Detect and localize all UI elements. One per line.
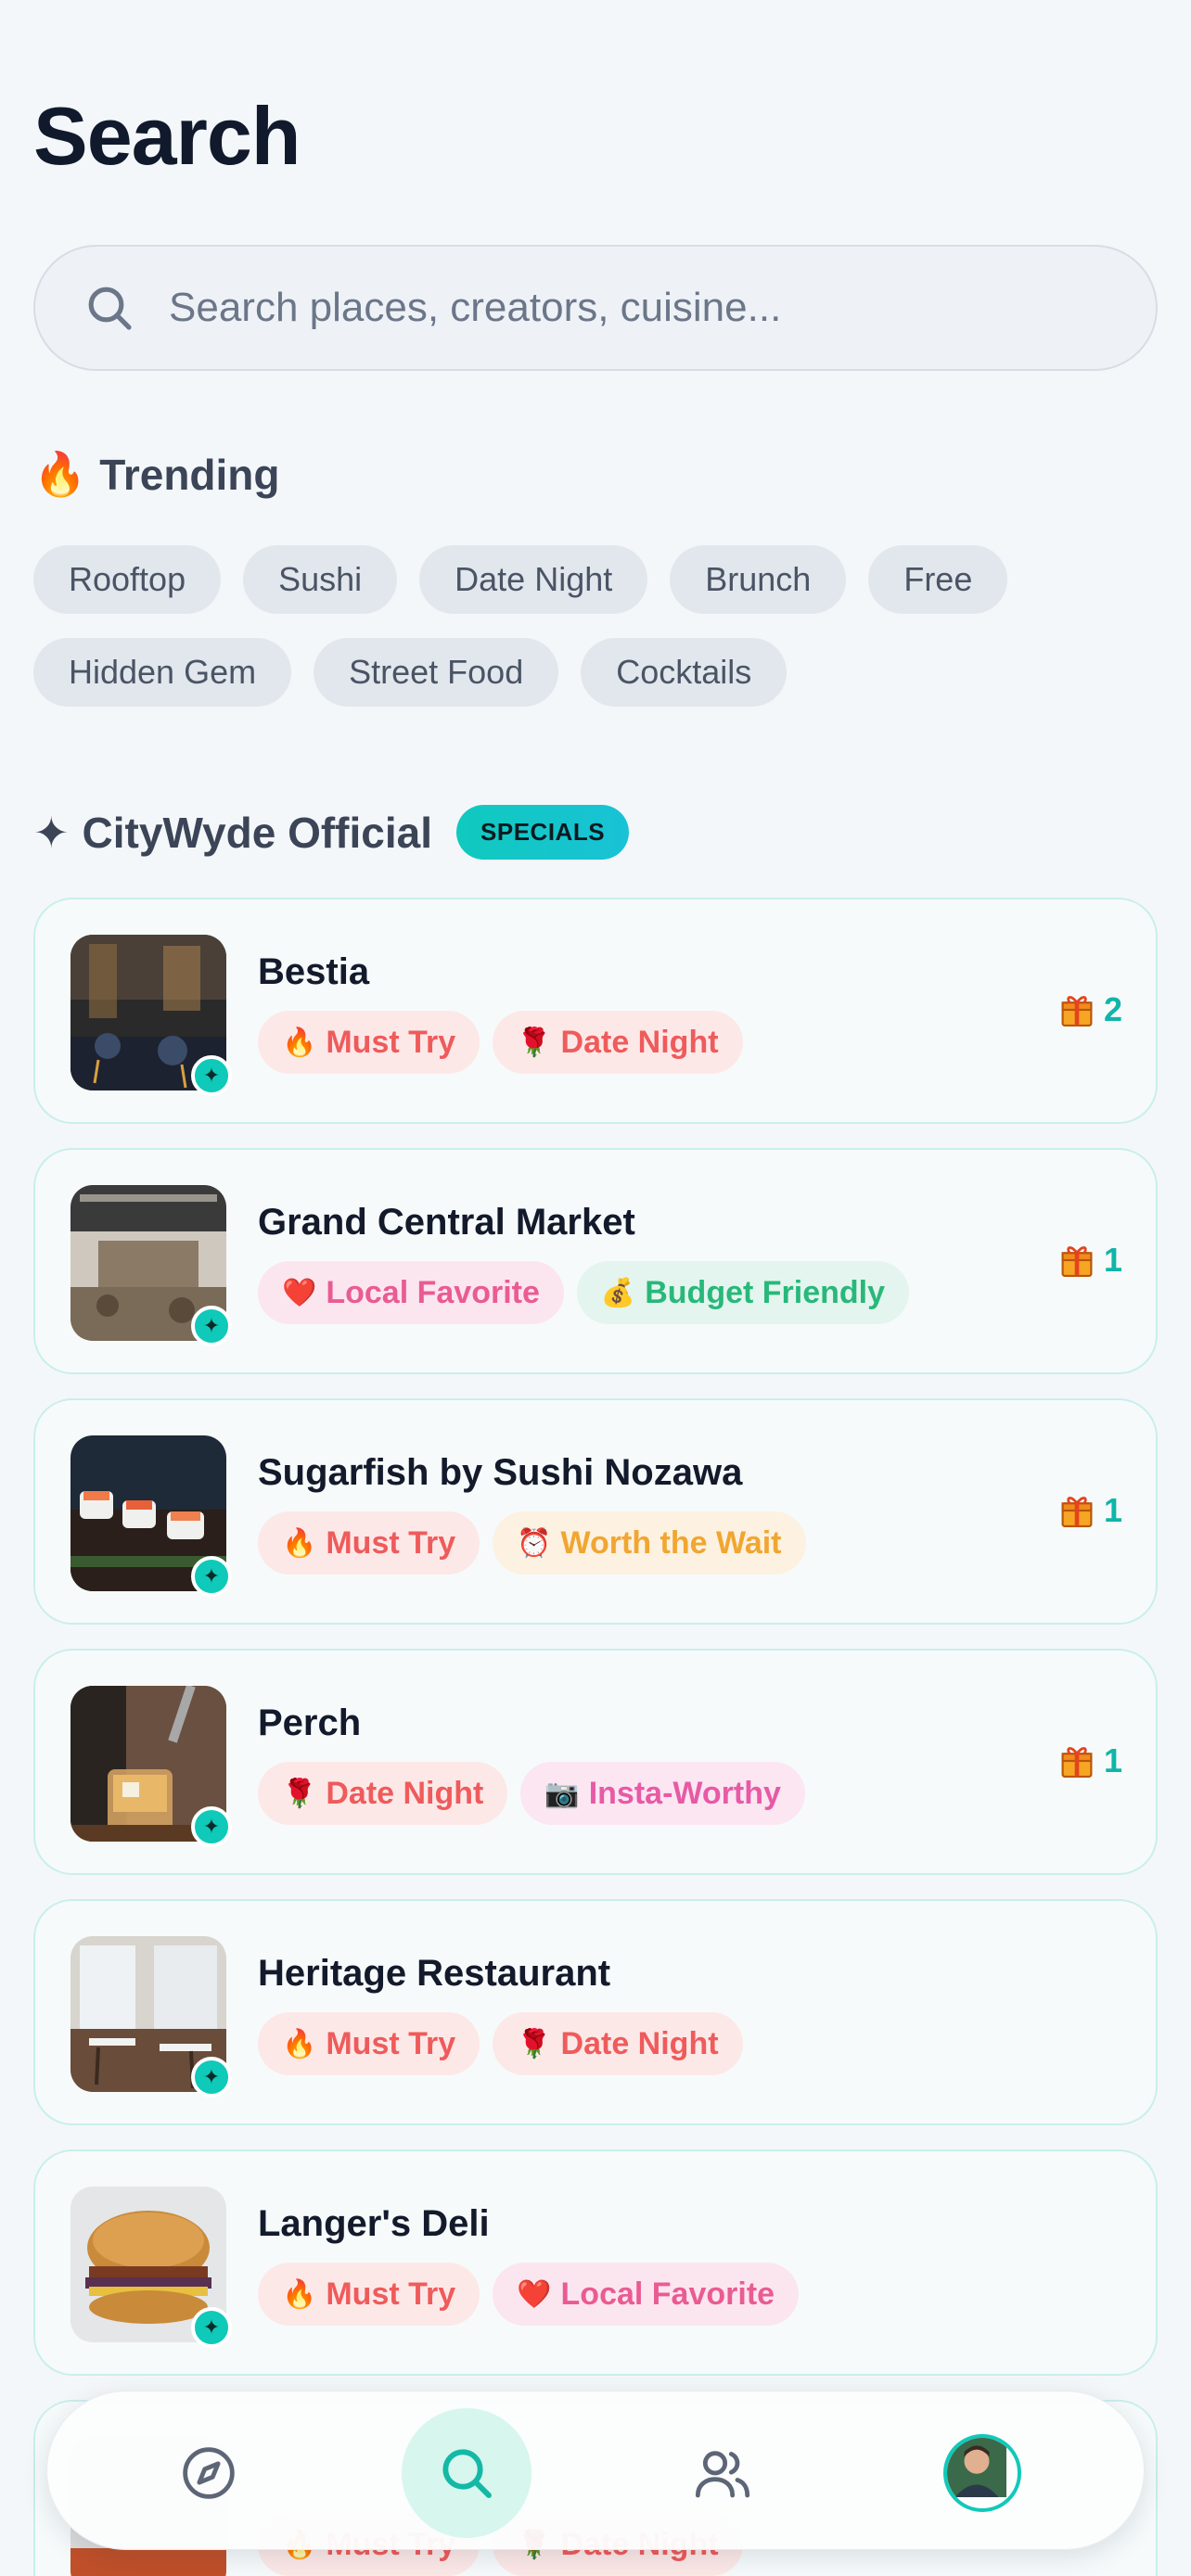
official-badge-icon: ✦	[191, 2057, 232, 2098]
chip-cocktails[interactable]: Cocktails	[581, 638, 788, 707]
place-card[interactable]: ✦ Bestia 🔥 Must Try 🌹 Date Night 2	[33, 898, 1158, 1124]
gift-icon	[1061, 1497, 1093, 1527]
nav-friends[interactable]	[658, 2408, 788, 2538]
place-card[interactable]: ✦ Perch 🌹 Date Night 📷 Insta-Worthy 1	[33, 1649, 1158, 1875]
tag-insta-worthy: 📷 Insta-Worthy	[520, 1762, 805, 1825]
gift-count: 2	[1103, 990, 1122, 1028]
search-input[interactable]	[169, 285, 1004, 331]
specials-count: 2	[1059, 990, 1122, 1029]
place-name: Heritage Restaurant	[258, 1953, 611, 1994]
place-name: Langer's Deli	[258, 2203, 490, 2244]
gift-count: 1	[1103, 1241, 1122, 1279]
specials-count: 1	[1059, 1241, 1122, 1280]
official-badge-icon: ✦	[191, 1806, 232, 1847]
money-bag-icon: 💰	[600, 1277, 636, 1308]
place-card[interactable]: ✦ Heritage Restaurant 🔥 Must Try 🌹 Date Ni…	[33, 1899, 1158, 2125]
fire-icon: 🔥	[33, 450, 87, 498]
search-icon	[442, 2449, 492, 2498]
people-icon	[695, 2451, 750, 2498]
place-name: Perch	[258, 1702, 362, 1743]
tag-date-night: 🌹Date Night	[493, 1011, 743, 1074]
place-tags: 🔥 Must Try ❤️ Local Favorite	[258, 2263, 800, 2326]
sparkle-icon: ✦	[33, 808, 70, 857]
tag-worth-the-wait: ⏰ Worth the Wait	[493, 1511, 806, 1575]
chip-date-night[interactable]: Date Night	[419, 545, 648, 614]
place-name: Grand Central Market	[258, 1202, 635, 1243]
tag-local-favorite: ❤️ Local Favorite	[258, 1261, 564, 1324]
page-title: Search	[33, 90, 301, 182]
tag-must-try: 🔥Must Try	[258, 1011, 480, 1074]
tag-must-try: 🔥Must Try	[258, 2263, 480, 2326]
place-name: Bestia	[258, 951, 370, 992]
nav-search[interactable]	[402, 2408, 531, 2538]
trending-title: Trending	[99, 450, 280, 499]
place-card[interactable]: ✦ Sugarfish by Sushi Nozawa 🔥 Must Try ⏰ W…	[33, 1398, 1158, 1625]
nav-profile[interactable]	[917, 2408, 1047, 2538]
tag-date-night: 🌹Date Night	[258, 1762, 508, 1825]
nav-explore[interactable]	[144, 2408, 274, 2538]
place-card[interactable]: ✦ Grand Central Market ❤️ Local Favorite …	[33, 1148, 1158, 1374]
rose-icon: 🌹	[517, 2028, 552, 2060]
place-tags: ❤️ Local Favorite 💰 Budget Friendly	[258, 1261, 910, 1324]
specials-count: 1	[1059, 1741, 1122, 1780]
fire-icon: 🔥	[282, 2278, 317, 2310]
search-icon	[88, 287, 132, 330]
chip-free[interactable]: Free	[868, 545, 1008, 614]
official-heading: ✦ CityWyde Official SPECIALS	[33, 805, 630, 860]
tag-date-night: 🌹Date Night	[493, 2012, 743, 2075]
chip-hidden-gem[interactable]: Hidden Gem	[33, 638, 292, 707]
place-card[interactable]: ✦ Langer's Deli 🔥 Must Try ❤️ Local Favori…	[33, 2149, 1158, 2376]
tag-local-favorite: ❤️ Local Favorite	[493, 2263, 800, 2326]
compass-icon	[183, 2447, 235, 2499]
official-badge-icon: ✦	[191, 2307, 232, 2348]
fire-icon: 🔥	[282, 2028, 317, 2060]
place-tags: 🔥Must Try 🌹Date Night	[258, 1011, 743, 1074]
bottom-nav	[46, 2391, 1145, 2550]
place-tags: 🔥 Must Try ⏰ Worth the Wait	[258, 1511, 806, 1575]
gift-count: 1	[1103, 1491, 1122, 1529]
gift-icon	[1061, 1246, 1093, 1277]
specials-count: 1	[1059, 1491, 1122, 1530]
official-badge-icon: ✦	[191, 1055, 232, 1096]
heart-icon: ❤️	[282, 1277, 317, 1308]
rose-icon: 🌹	[282, 1778, 317, 1809]
chip-rooftop[interactable]: Rooftop	[33, 545, 222, 614]
official-badge-icon: ✦	[191, 1556, 232, 1597]
rose-icon: 🌹	[517, 1027, 552, 1058]
gift-icon	[1061, 1747, 1093, 1778]
specials-badge: SPECIALS	[456, 805, 630, 860]
gift-count: 1	[1103, 1741, 1122, 1779]
place-tags: 🌹 Date Night 📷 Insta-Worthy	[258, 1762, 805, 1825]
gift-icon	[1061, 996, 1093, 1027]
tag-must-try: 🔥Must Try	[258, 1511, 480, 1575]
fire-icon: 🔥	[282, 1027, 317, 1058]
fire-icon: 🔥	[282, 1527, 317, 1559]
heart-icon: ❤️	[517, 2278, 552, 2310]
search-bar[interactable]	[33, 245, 1158, 371]
avatar	[943, 2434, 1021, 2512]
alarm-clock-icon: ⏰	[517, 1527, 552, 1559]
official-title: CityWyde Official	[82, 808, 433, 857]
official-badge-icon: ✦	[191, 1306, 232, 1346]
trending-chips: Rooftop Sushi Date Night Brunch Free Hid…	[33, 545, 1128, 707]
tag-must-try: 🔥Must Try	[258, 2012, 480, 2075]
trending-heading: 🔥 Trending	[33, 449, 280, 500]
chip-street-food[interactable]: Street Food	[314, 638, 559, 707]
tag-budget-friendly: 💰 Budget Friendly	[576, 1261, 910, 1324]
chip-brunch[interactable]: Brunch	[670, 545, 847, 614]
place-tags: 🔥Must Try 🌹Date Night	[258, 2012, 743, 2075]
chip-sushi[interactable]: Sushi	[243, 545, 398, 614]
place-name: Sugarfish by Sushi Nozawa	[258, 1452, 743, 1493]
camera-icon: 📷	[544, 1778, 580, 1809]
